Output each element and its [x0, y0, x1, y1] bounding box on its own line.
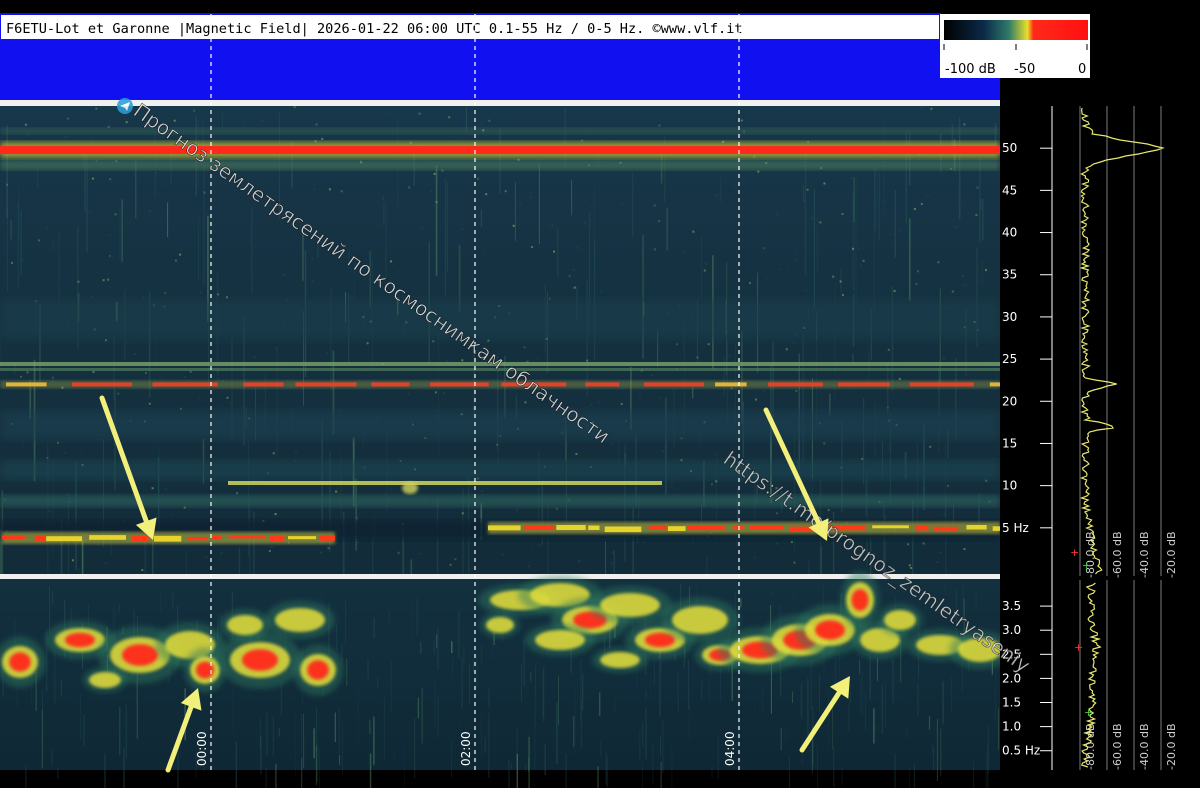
- y-tick-label: 45: [1002, 183, 1017, 197]
- colorbar-tick: 0: [1078, 62, 1086, 77]
- y-tick-label: 10: [1002, 479, 1017, 493]
- x-tick-label: -40.0 dB: [1138, 724, 1151, 771]
- x-tick-label: 00:00: [195, 731, 209, 766]
- y-tick-label: 50: [1002, 141, 1017, 155]
- colorbar: -100 dB -50 0: [940, 14, 1090, 78]
- colorbar-tick: -50: [1014, 62, 1035, 77]
- x-tick-label: 04:00: [723, 731, 737, 766]
- vlf-spectrogram-figure: F6ETU-Lot et Garonne |Magnetic Field| 20…: [0, 13, 1190, 788]
- y-tick-label: 5 Hz: [1002, 521, 1029, 535]
- spectrogram-bottom: [0, 571, 1011, 788]
- band-10hz: [228, 481, 662, 485]
- x-tick-label: -60.0 dB: [1111, 532, 1124, 579]
- header: F6ETU-Lot et Garonne |Magnetic Field| 20…: [0, 13, 1000, 106]
- spectrum-panel-bottom: -80.0 dB -60.0 dB -40.0 dB -20.0 dB ++: [1051, 580, 1190, 771]
- svg-text:+: +: [1074, 641, 1083, 654]
- y-tick-label: 3.0: [1002, 623, 1021, 637]
- y-tick-label: 25: [1002, 352, 1017, 366]
- y-tick-label: 40: [1002, 226, 1017, 240]
- x-tick-label: -40.0 dB: [1138, 532, 1151, 579]
- x-tick-label: -20.0 dB: [1165, 532, 1178, 579]
- colorbar-gradient: [944, 20, 1088, 40]
- svg-text:+: +: [1070, 546, 1079, 559]
- y-tick-label: 1.5: [1002, 696, 1021, 710]
- svg-text:+: +: [1084, 706, 1093, 719]
- y-tick-label: 20: [1002, 394, 1017, 408]
- y-tick-label: 30: [1002, 310, 1017, 324]
- figure-title: F6ETU-Lot et Garonne |Magnetic Field| 20…: [6, 21, 743, 37]
- y-tick-label: 0.5 Hz: [1002, 744, 1040, 758]
- y-tick-label: 1.0: [1002, 720, 1021, 734]
- x-tick-label: -20.0 dB: [1165, 724, 1178, 771]
- colorbar-tick: -100 dB: [945, 62, 996, 77]
- y-tick-label: 3.5: [1002, 599, 1021, 613]
- svg-text:+: +: [1082, 559, 1091, 572]
- y-tick-label: 35: [1002, 268, 1017, 282]
- x-tick-label: 02:00: [459, 731, 473, 766]
- spectrum-panel-top: -80.0 dB -60.0 dB -40.0 dB -20.0 dB ++: [1051, 106, 1190, 580]
- y-tick-label: 15: [1002, 436, 1017, 450]
- x-tick-label: -60.0 dB: [1111, 724, 1124, 771]
